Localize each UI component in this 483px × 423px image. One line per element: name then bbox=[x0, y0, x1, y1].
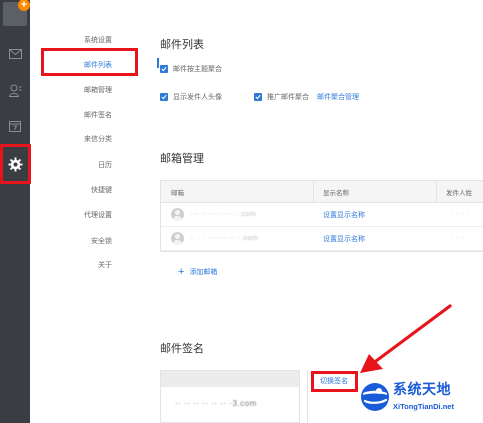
add-mailbox-label: 添加邮箱 bbox=[189, 269, 218, 276]
calendar-icon bbox=[9, 121, 21, 132]
subnav-item-proxy[interactable]: 代理设置 bbox=[84, 210, 112, 220]
subnav-item-security-lock[interactable]: 安全锁 bbox=[91, 236, 112, 246]
option-label: 邮件按主题聚合 bbox=[173, 66, 222, 73]
plus-icon: + bbox=[178, 266, 185, 278]
compose-button[interactable]: + bbox=[0, 0, 30, 32]
contacts-button[interactable] bbox=[0, 76, 30, 104]
mailbox-email: ··· ·· ··· ·· ·· ·.com bbox=[190, 211, 257, 218]
contacts-icon bbox=[8, 84, 21, 97]
avatar bbox=[171, 232, 184, 245]
mailbox-email: ·. · · ·· ···· ·· ·.com bbox=[190, 235, 259, 242]
signature-list-item-selected[interactable] bbox=[161, 371, 299, 387]
signature-title: 邮件签名 bbox=[160, 343, 204, 355]
mailbox-table: 邮箱 显示名称 发件人姓 ··· ·· ··· ·· ·· ·.com 设置显示… bbox=[160, 180, 483, 252]
column-header-display-name: 显示名称 bbox=[323, 189, 349, 197]
add-mailbox-button[interactable]: + 添加邮箱 bbox=[178, 266, 217, 278]
checkbox-checked-icon[interactable] bbox=[160, 93, 168, 101]
subnav-item-about[interactable]: 关于 bbox=[98, 260, 112, 270]
subnav-item-mail-category[interactable]: 来信分类 bbox=[84, 134, 112, 144]
mail-icon bbox=[8, 49, 22, 59]
mail-list-title: 邮件列表 bbox=[160, 39, 204, 51]
mail-button[interactable] bbox=[0, 40, 30, 68]
set-display-name-link[interactable]: 设置显示名称 bbox=[323, 203, 365, 226]
subnav-item-mailbox-mgmt[interactable]: 邮箱管理 bbox=[84, 85, 112, 95]
set-display-name-link[interactable]: 设置显示名称 bbox=[323, 227, 365, 250]
signature-list: ·· ·· ·· ·· ·· ·· ·3.com bbox=[160, 370, 300, 423]
calendar-button[interactable] bbox=[0, 112, 30, 140]
table-row: ·. · · ·· ···· ·· ·.com 设置显示名称 · · · bbox=[161, 227, 483, 251]
option-label: 推广邮件聚合 bbox=[267, 94, 309, 101]
sender-name: · · · bbox=[451, 235, 465, 242]
table-header: 邮箱 显示名称 发件人姓 bbox=[161, 181, 483, 203]
option-group-by-subject[interactable]: 邮件按主题聚合 bbox=[160, 64, 222, 74]
watermark: 系统天地 XiTongTianDi.net bbox=[357, 375, 483, 423]
promo-manage-link[interactable]: 邮件聚合管理 bbox=[317, 92, 359, 102]
subnav-item-system[interactable]: 系统设置 bbox=[84, 35, 112, 45]
mail-list-highlight-box bbox=[41, 48, 138, 76]
settings-highlight-box bbox=[0, 144, 31, 184]
subnav-item-calendar[interactable]: 日历 bbox=[98, 160, 112, 170]
annotation-arrow-icon bbox=[360, 304, 452, 373]
column-divider bbox=[436, 181, 437, 202]
subnav-item-shortcuts[interactable]: 快捷键 bbox=[91, 185, 112, 195]
app-rail: + bbox=[0, 0, 30, 423]
watermark-name: 系统天地 bbox=[393, 381, 451, 397]
option-promo-group[interactable]: 推广邮件聚合 邮件聚合管理 bbox=[254, 92, 359, 102]
sender-name: · · · · bbox=[451, 211, 470, 218]
watermark-url: XiTongTianDi.net bbox=[393, 402, 454, 411]
checkbox-checked-icon[interactable] bbox=[160, 65, 168, 73]
column-header-email: 邮箱 bbox=[171, 189, 184, 197]
avatar bbox=[171, 208, 184, 221]
signature-email: ·· ·· ·· ·· ·· ·· ·3.com bbox=[175, 399, 257, 408]
column-header-sender-name: 发件人姓 bbox=[446, 189, 472, 197]
compose-plus-badge: + bbox=[18, 0, 30, 11]
table-row: ··· ·· ··· ·· ·· ·.com 设置显示名称 · · · · bbox=[161, 203, 483, 227]
compose-icon: + bbox=[3, 0, 30, 26]
option-label: 显示发件人头像 bbox=[173, 94, 222, 101]
column-divider bbox=[313, 181, 314, 202]
subnav-item-signature[interactable]: 邮件签名 bbox=[84, 110, 112, 120]
mailbox-mgmt-title: 邮箱管理 bbox=[160, 153, 204, 165]
option-show-avatar[interactable]: 显示发件人头像 bbox=[160, 92, 222, 102]
globe-logo-icon bbox=[361, 383, 389, 411]
checkbox-checked-icon[interactable] bbox=[254, 93, 262, 101]
